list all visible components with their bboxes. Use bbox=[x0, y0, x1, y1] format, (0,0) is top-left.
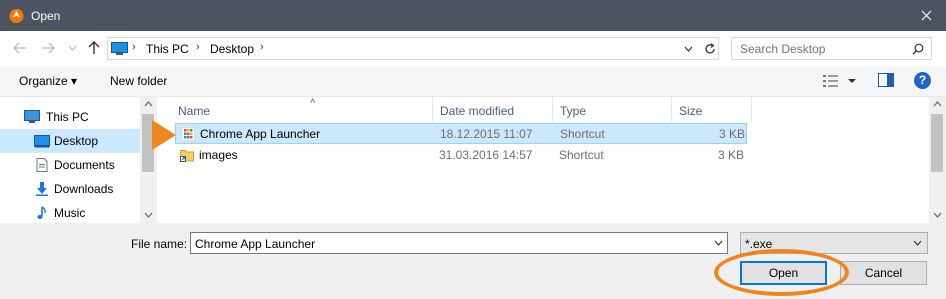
file-list-scrollbar[interactable] bbox=[929, 97, 946, 224]
nav-item-label: Downloads bbox=[54, 182, 114, 196]
organize-button[interactable]: Organize ▾ bbox=[19, 74, 77, 88]
column-header-label: Type bbox=[560, 104, 587, 118]
file-date-modified: 31.03.2016 14:57 bbox=[439, 148, 533, 162]
help-button[interactable]: ? bbox=[914, 72, 931, 89]
file-type-filter-dropdown[interactable] bbox=[911, 237, 923, 249]
nav-item-label: Documents bbox=[54, 158, 115, 172]
nav-item-label: Music bbox=[54, 206, 86, 220]
folder-shortcut-icon bbox=[180, 150, 194, 162]
chevron-down-icon bbox=[684, 46, 692, 52]
column-header-label: Date modified bbox=[440, 104, 515, 118]
nav-item-documents[interactable]: Documents bbox=[0, 153, 140, 177]
address-row: › This PC › Desktop › bbox=[0, 31, 946, 66]
nav-item-this-pc[interactable]: This PC bbox=[0, 105, 140, 129]
downloads-icon bbox=[36, 182, 48, 196]
column-header-label: Size bbox=[679, 104, 703, 118]
recent-locations-button[interactable] bbox=[64, 40, 80, 56]
search-input[interactable] bbox=[732, 38, 912, 59]
avast-icon bbox=[9, 9, 24, 23]
scrollbar-thumb[interactable] bbox=[931, 114, 943, 172]
preview-pane-icon bbox=[878, 73, 894, 87]
details-view-icon bbox=[823, 75, 856, 87]
arrow-left-icon bbox=[13, 42, 26, 54]
pointer-arrow-icon bbox=[152, 120, 176, 150]
file-type: Shortcut bbox=[559, 148, 604, 162]
file-name-dropdown[interactable] bbox=[712, 237, 724, 249]
up-button[interactable] bbox=[86, 40, 102, 56]
address-bar[interactable]: › This PC › Desktop › bbox=[107, 37, 719, 60]
file-name-panel: File name: Chrome App Launcher *.exe Ope… bbox=[0, 223, 946, 299]
file-date-modified: 18.12.2015 11:07 bbox=[440, 127, 533, 141]
forward-button[interactable] bbox=[40, 40, 56, 56]
new-folder-button[interactable]: New folder bbox=[110, 74, 167, 88]
file-name: images bbox=[199, 148, 238, 162]
nav-item-label: This PC bbox=[46, 110, 89, 124]
preview-pane-button[interactable] bbox=[878, 73, 894, 87]
file-size: 3 KB bbox=[718, 127, 745, 141]
command-bar: Organize ▾ New folder ? bbox=[0, 66, 946, 96]
navigation-scrollbar[interactable] bbox=[140, 97, 157, 224]
computer-icon bbox=[111, 42, 128, 55]
breadcrumb-desktop[interactable]: Desktop bbox=[210, 42, 254, 56]
title-bar: Open bbox=[0, 0, 946, 31]
documents-icon bbox=[36, 158, 48, 172]
refresh-button[interactable] bbox=[702, 41, 718, 57]
back-button[interactable] bbox=[12, 40, 28, 56]
computer-icon bbox=[24, 110, 40, 123]
music-icon bbox=[37, 206, 46, 219]
close-icon bbox=[921, 10, 931, 21]
column-header-name[interactable]: Name ˄ bbox=[171, 96, 433, 122]
chevron-down-icon bbox=[68, 45, 76, 51]
file-list: Name ˄ Date modified Type Size Chrome Ap… bbox=[157, 96, 946, 224]
file-name-label: File name: bbox=[131, 237, 188, 251]
file-name: Chrome App Launcher bbox=[200, 127, 321, 141]
nav-item-desktop[interactable]: Desktop bbox=[0, 129, 140, 153]
file-type: Shortcut bbox=[560, 127, 605, 141]
chevron-up-icon bbox=[144, 101, 153, 107]
file-name-value: Chrome App Launcher bbox=[195, 237, 316, 251]
nav-item-downloads[interactable]: Downloads bbox=[0, 177, 140, 201]
refresh-icon bbox=[705, 43, 715, 54]
chrome-app-launcher-shortcut-icon bbox=[181, 127, 195, 141]
search-icon[interactable] bbox=[912, 43, 924, 55]
arrow-up-icon bbox=[88, 41, 100, 54]
highlight-ring bbox=[714, 249, 849, 296]
file-row[interactable]: images 31.03.2016 14:57 Shortcut 3 KB bbox=[175, 145, 747, 166]
file-row[interactable]: Chrome App Launcher 18.12.2015 11:07 Sho… bbox=[175, 123, 747, 144]
navigation-pane: This PC Desktop Documents Downloads Musi… bbox=[0, 96, 157, 225]
chevron-down-icon bbox=[933, 212, 942, 218]
breadcrumb-separator: › bbox=[196, 41, 200, 53]
sort-ascending-icon: ˄ bbox=[310, 96, 316, 106]
chevron-down-icon bbox=[913, 240, 921, 246]
change-view-button[interactable] bbox=[823, 74, 857, 88]
search-box[interactable] bbox=[731, 37, 932, 60]
file-name-field[interactable]: Chrome App Launcher bbox=[190, 232, 728, 254]
column-header-size[interactable]: Size bbox=[672, 97, 752, 122]
chevron-up-icon bbox=[933, 101, 942, 107]
nav-item-music[interactable]: Music bbox=[0, 201, 140, 225]
column-header-label: Name bbox=[178, 104, 211, 118]
arrow-right-icon bbox=[42, 42, 55, 54]
close-button[interactable] bbox=[906, 0, 946, 31]
nav-item-label: Desktop bbox=[54, 134, 99, 148]
breadcrumb-separator: › bbox=[132, 41, 136, 53]
chevron-down-icon bbox=[144, 212, 153, 218]
window-title: Open bbox=[31, 9, 61, 23]
chevron-down-icon bbox=[714, 240, 722, 246]
breadcrumb-separator: › bbox=[260, 41, 264, 53]
desktop-icon bbox=[34, 135, 50, 148]
address-history-dropdown[interactable] bbox=[681, 42, 695, 56]
cancel-button[interactable]: Cancel bbox=[840, 261, 927, 285]
column-header-type[interactable]: Type bbox=[553, 97, 672, 122]
column-header-date-modified[interactable]: Date modified bbox=[433, 97, 553, 122]
breadcrumb-this-pc[interactable]: This PC bbox=[146, 42, 189, 56]
file-size: 3 KB bbox=[717, 148, 744, 162]
